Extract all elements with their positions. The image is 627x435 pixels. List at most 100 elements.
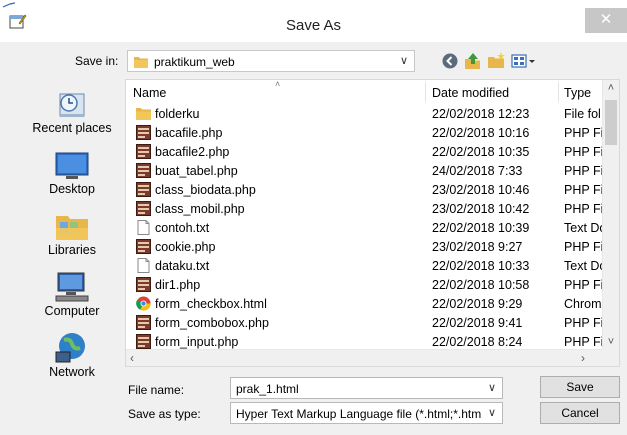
views-menu-icon[interactable]: [510, 51, 536, 71]
sort-ascending-icon: ˄: [275, 79, 281, 89]
file-date-modified: 23/02/2018 9:27: [432, 240, 523, 254]
file-type: Chrom: [564, 297, 602, 311]
place-libraries[interactable]: Libraries: [30, 208, 114, 268]
file-row[interactable]: dir1.php 22/02/2018 10:58 PHP Fi: [126, 275, 606, 294]
dialog-title: Save As: [285, 17, 342, 34]
title-bar: Save As ✕: [0, 8, 627, 42]
save-in-value: praktikum_web: [154, 55, 235, 69]
file-row[interactable]: bacafile.php 22/02/2018 10:16 PHP Fi: [126, 123, 606, 142]
file-date-modified: 23/02/2018 10:42: [432, 202, 530, 216]
places-bar: Recent places Desktop Libraries Computer…: [30, 86, 114, 379]
file-type: PHP Fi: [564, 164, 604, 178]
file-list-header: Name ˄ Date modified Type: [126, 80, 606, 104]
new-folder-icon[interactable]: [487, 51, 507, 71]
file-date-modified: 22/02/2018 9:41: [432, 316, 523, 330]
column-divider[interactable]: [425, 82, 426, 102]
file-type: PHP Fi: [564, 335, 604, 349]
file-type: PHP Fi: [564, 316, 604, 330]
file-date-modified: 23/02/2018 10:46: [432, 183, 530, 197]
chevron-down-icon: ∨: [399, 55, 408, 67]
save-in-dropdown[interactable]: praktikum_web ∨: [127, 50, 415, 72]
file-row[interactable]: bacafile2.php 22/02/2018 10:35 PHP Fi: [126, 142, 606, 161]
cancel-button[interactable]: Cancel: [540, 402, 620, 424]
close-button[interactable]: ✕: [585, 8, 627, 33]
place-label: Network: [49, 365, 95, 379]
file-row[interactable]: form_checkbox.html 22/02/2018 9:29 Chrom: [126, 294, 606, 313]
save-as-type-label: Save as type:: [128, 407, 201, 421]
file-type: Text Do: [564, 221, 606, 235]
file-row[interactable]: form_combobox.php 22/02/2018 9:41 PHP Fi: [126, 313, 606, 332]
dialog-body: Save in: praktikum_web ∨ Recent places D…: [0, 42, 627, 435]
chevron-down-icon[interactable]: ∨: [488, 406, 496, 419]
scroll-up-icon[interactable]: ˄: [603, 82, 619, 94]
file-type: PHP Fi: [564, 240, 604, 254]
save-in-label: Save in:: [75, 54, 119, 68]
network-icon: [55, 333, 85, 363]
file-type: PHP Fi: [564, 183, 604, 197]
horizontal-scrollbar[interactable]: ‹ ›: [126, 349, 603, 366]
file-row[interactable]: folderku 22/02/2018 12:23 File fol: [126, 104, 606, 123]
save-button[interactable]: Save: [540, 376, 620, 398]
close-icon: ✕: [599, 11, 613, 28]
computer-icon: [55, 272, 89, 302]
file-name: dir1.php: [155, 278, 201, 292]
desktop-icon: [55, 152, 89, 179]
file-row[interactable]: cookie.php 23/02/2018 9:27 PHP Fi: [126, 237, 606, 256]
file-type: Text Do: [564, 259, 606, 273]
place-label: Computer: [44, 304, 100, 318]
file-row[interactable]: dataku.txt 22/02/2018 10:33 Text Do: [126, 256, 606, 275]
back-icon[interactable]: [440, 51, 460, 71]
file-type: PHP Fi: [564, 278, 604, 292]
file-name: form_input.php: [155, 335, 239, 349]
column-header-type[interactable]: Type: [564, 86, 591, 100]
place-label: Recent places: [32, 121, 112, 135]
php-file-icon: [136, 239, 151, 254]
text-file-icon: [137, 220, 150, 235]
file-name-input[interactable]: prak_1.html ∨: [230, 377, 503, 399]
scrollbar-corner: [602, 349, 619, 366]
folder-icon: [134, 57, 148, 68]
file-date-modified: 22/02/2018 9:29: [432, 297, 523, 311]
chrome-html-icon: [136, 296, 151, 311]
file-date-modified: 22/02/2018 10:33: [432, 259, 530, 273]
file-name-label: File name:: [128, 383, 185, 397]
file-name: form_checkbox.html: [155, 297, 267, 311]
save-as-type-select[interactable]: Hyper Text Markup Language file (*.html;…: [230, 402, 503, 424]
place-label: Desktop: [49, 182, 95, 196]
php-file-icon: [136, 163, 151, 178]
file-name: cookie.php: [155, 240, 216, 254]
file-row[interactable]: contoh.txt 22/02/2018 10:39 Text Do: [126, 218, 606, 237]
vertical-scrollbar[interactable]: ˄ ˅: [602, 80, 619, 350]
scroll-right-icon[interactable]: ›: [581, 351, 585, 365]
column-header-date[interactable]: Date modified: [432, 86, 509, 100]
file-type: PHP Fi: [564, 202, 604, 216]
file-name: class_mobil.php: [155, 202, 245, 216]
file-row[interactable]: buat_tabel.php 24/02/2018 7:33 PHP Fi: [126, 161, 606, 180]
file-row[interactable]: class_mobil.php 23/02/2018 10:42 PHP Fi: [126, 199, 606, 218]
file-date-modified: 22/02/2018 10:39: [432, 221, 530, 235]
column-header-name[interactable]: Name: [133, 86, 166, 100]
scroll-down-icon[interactable]: ˅: [603, 336, 619, 348]
place-desktop[interactable]: Desktop: [30, 147, 114, 207]
place-recent-places[interactable]: Recent places: [30, 86, 114, 146]
scroll-thumb[interactable]: [605, 100, 617, 145]
file-date-modified: 22/02/2018 12:23: [432, 107, 530, 121]
column-divider[interactable]: [558, 82, 559, 102]
up-folder-icon[interactable]: [463, 51, 483, 71]
libraries-icon: [56, 216, 88, 240]
file-name: folderku: [155, 107, 200, 121]
file-date-modified: 22/02/2018 10:16: [432, 126, 530, 140]
php-file-icon: [136, 201, 151, 216]
scroll-left-icon[interactable]: ‹: [130, 351, 134, 365]
file-name: bacafile.php: [155, 126, 223, 140]
place-network[interactable]: Network: [30, 330, 114, 390]
chevron-down-icon[interactable]: ∨: [488, 381, 496, 394]
save-as-dialog: Save As ✕ Save in: praktikum_web ∨ Recen…: [0, 0, 627, 435]
place-label: Libraries: [48, 243, 96, 257]
file-date-modified: 22/02/2018 8:24: [432, 335, 523, 349]
place-computer[interactable]: Computer: [30, 269, 114, 329]
file-name: form_combobox.php: [155, 316, 269, 330]
file-row[interactable]: class_biodata.php 23/02/2018 10:46 PHP Fi: [126, 180, 606, 199]
file-name: class_biodata.php: [155, 183, 256, 197]
save-as-type-value: Hyper Text Markup Language file (*.html;…: [236, 407, 481, 421]
